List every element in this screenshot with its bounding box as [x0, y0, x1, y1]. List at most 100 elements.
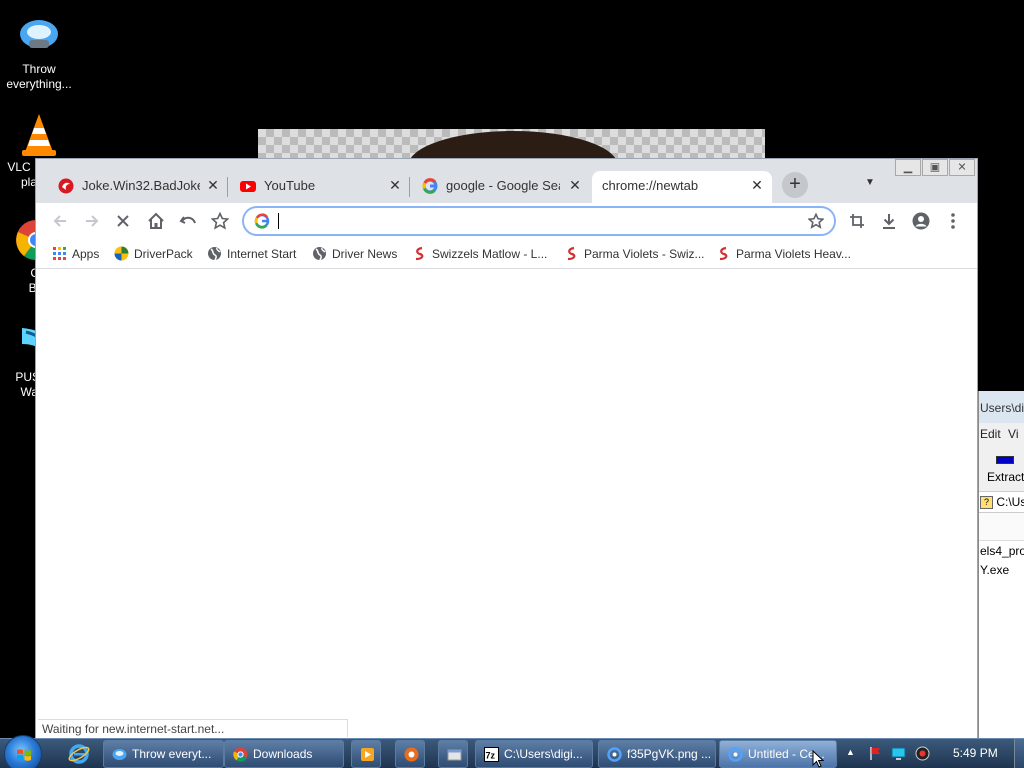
list-item[interactable]: els4_prot — [979, 541, 1024, 560]
tab-google-search[interactable]: google - Google Sear ✕ — [410, 171, 592, 203]
folder-up-icon: ? — [980, 496, 993, 510]
profile-avatar-icon — [912, 212, 930, 230]
network-monitor-icon[interactable] — [891, 746, 906, 761]
throw-everything-icon — [112, 749, 127, 760]
downloads-button[interactable] — [877, 209, 901, 233]
apps-grid-icon — [53, 247, 66, 260]
swizzels-logo-icon — [415, 246, 424, 261]
list-item[interactable]: Y.exe — [979, 560, 1024, 579]
tab-strip: ▁ ▣ ✕ Joke.Win32.BadJoke.F ✕ YouTube ✕ g… — [36, 159, 977, 203]
swizzels-logo-icon — [567, 246, 576, 261]
minimize-icon: ▁ — [903, 161, 913, 173]
taskbar-button-media-player[interactable] — [351, 740, 381, 768]
swizzels-logo-icon — [719, 246, 728, 261]
window-controls: ▁ ▣ ✕ — [894, 159, 975, 176]
tab-close-button[interactable]: ✕ — [566, 176, 584, 194]
driverpack-icon — [114, 246, 129, 261]
page-content — [36, 270, 977, 740]
taskbar-button-f35pgvk-png[interactable]: f35PgVK.png ... — [598, 740, 716, 768]
bookmark-star-button[interactable] — [208, 209, 232, 233]
globe-icon — [313, 247, 326, 261]
download-icon — [883, 214, 895, 229]
tab-youtube[interactable]: YouTube ✕ — [228, 171, 410, 203]
action-center-flag-icon[interactable] — [868, 746, 883, 761]
sevenzip-column-header — [979, 513, 1024, 541]
taskbar: Throw everyt... Downloads 7z C:\Users\di… — [0, 735, 1024, 768]
tab-close-button[interactable]: ✕ — [386, 176, 404, 194]
internet-explorer-icon[interactable] — [68, 743, 90, 765]
volume-icon[interactable] — [915, 746, 930, 761]
bookmark-driver-news[interactable]: Driver News — [312, 246, 397, 264]
crop-icon — [850, 214, 864, 228]
back-button[interactable] — [48, 209, 72, 233]
tab-search-dropdown-icon[interactable]: ▼ — [862, 175, 878, 191]
status-bubble: Waiting for new.internet-start.net... — [38, 719, 348, 737]
sevenzip-address[interactable]: ? C:\Us — [979, 491, 1024, 513]
bookmark-internet-start[interactable]: Internet Start — [207, 246, 296, 264]
home-button[interactable] — [144, 209, 168, 233]
profile-button[interactable] — [909, 209, 933, 233]
bookmark-swizzels-matlow[interactable]: Swizzels Matlow - L... — [412, 246, 547, 264]
close-icon: ✕ — [957, 161, 967, 173]
desktop-icon-throw-everything[interactable]: Throw everything... — [0, 14, 78, 92]
tab-newtab[interactable]: chrome://newtab ✕ — [592, 171, 772, 203]
svg-text:7z: 7z — [486, 751, 496, 761]
crop-extension-button[interactable] — [845, 209, 869, 233]
address-bar[interactable] — [242, 206, 836, 236]
chrome-icon — [233, 747, 248, 762]
new-tab-button[interactable]: + — [782, 172, 808, 198]
maximize-button[interactable]: ▣ — [922, 159, 948, 176]
vlc-cone-icon — [17, 112, 61, 156]
sevenzip-title: Users\digi — [979, 391, 1024, 423]
extract-button[interactable]: Extract — [979, 445, 1024, 491]
image-viewer-icon — [728, 747, 743, 762]
google-g-icon — [254, 213, 270, 229]
show-hidden-icons-button[interactable]: ▲ — [846, 747, 855, 757]
stop-x-icon — [117, 215, 129, 227]
taskbar-button-app-orange[interactable] — [395, 740, 425, 768]
back-arrow-icon — [53, 215, 66, 227]
menu-edit[interactable]: Edit — [980, 427, 1001, 441]
start-button[interactable] — [4, 735, 42, 768]
clock[interactable]: 5:49 PM — [953, 746, 998, 760]
chrome-menu-button[interactable] — [941, 209, 965, 233]
forward-button[interactable] — [80, 209, 104, 233]
mouse-cursor-icon — [812, 750, 824, 768]
taskbar-button-app-window[interactable] — [438, 740, 468, 768]
taskbar-button-7zip[interactable]: 7z C:\Users\digi... — [475, 740, 593, 768]
background-image-window — [258, 129, 765, 161]
close-window-button[interactable]: ✕ — [949, 159, 975, 176]
toolbar — [36, 203, 977, 239]
forward-arrow-icon — [86, 215, 99, 227]
window-app-icon — [447, 749, 462, 761]
image-viewer-icon — [607, 747, 622, 762]
address-input[interactable] — [278, 211, 798, 231]
show-desktop-button[interactable] — [1014, 739, 1024, 768]
bookmark-apps[interactable]: Apps — [52, 246, 99, 264]
bookmark-parma-violets-swizzels[interactable]: Parma Violets - Swiz... — [564, 246, 704, 264]
media-player-icon — [361, 748, 374, 761]
tab-close-button[interactable]: ✕ — [748, 176, 766, 194]
text-caret — [278, 213, 279, 229]
undo-button[interactable] — [176, 209, 200, 233]
kebab-menu-icon — [951, 213, 955, 229]
stop-loading-button[interactable] — [111, 209, 135, 233]
bookmark-this-page-star-icon[interactable] — [806, 211, 826, 231]
minimize-button[interactable]: ▁ — [895, 159, 921, 176]
restore-icon: ▣ — [929, 161, 941, 173]
menu-view[interactable]: Vi — [1008, 427, 1018, 441]
sevenzip-icon: 7z — [484, 747, 499, 762]
taskbar-button-downloads[interactable]: Downloads — [224, 740, 344, 768]
sevenzip-window[interactable]: Users\digi Edit Vi Extract ? C:\Us els4_… — [978, 391, 1024, 740]
tab-badjoke[interactable]: Joke.Win32.BadJoke.F ✕ — [36, 171, 228, 203]
undo-icon — [179, 216, 196, 224]
throw-everything-icon — [17, 14, 61, 58]
taskbar-button-throw-everything[interactable]: Throw everyt... — [103, 740, 224, 768]
star-icon — [210, 211, 230, 230]
app-orange-icon — [404, 747, 419, 762]
bookmark-driverpack[interactable]: DriverPack — [114, 246, 193, 264]
windows-logo-icon — [17, 749, 31, 761]
tab-close-button[interactable]: ✕ — [204, 176, 222, 194]
bookmark-parma-violets-heaven[interactable]: Parma Violets Heav... — [716, 246, 851, 264]
globe-icon — [208, 247, 221, 261]
